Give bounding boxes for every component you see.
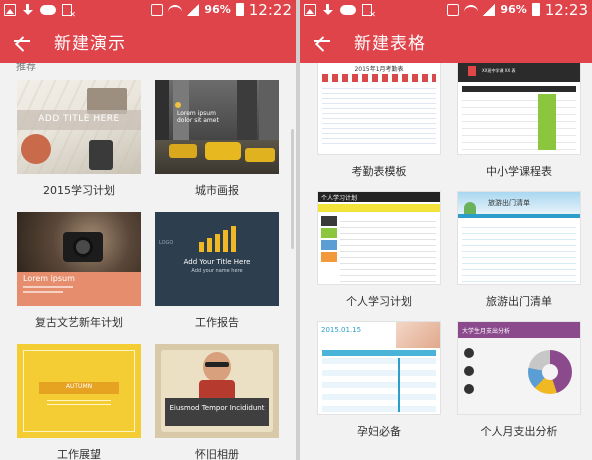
cloud-icon [40, 4, 56, 15]
template-thumbnail: Lorem ipsum [17, 212, 141, 306]
signal-icon [187, 3, 200, 16]
status-bar: 96% 12:22 [0, 0, 296, 19]
template-tile[interactable]: 2015年1月考勤表 考勤表模板 [317, 63, 441, 179]
wifi-icon [464, 4, 479, 15]
signal-icon [483, 3, 496, 16]
template-tile[interactable]: 个人学习计划 个人学习计划 [317, 191, 441, 309]
thumbnail-logo: LOGO [159, 240, 174, 246]
document-icon [62, 3, 76, 19]
template-thumbnail: AUTUMN [17, 344, 141, 438]
download-icon [322, 3, 334, 16]
template-tile[interactable]: AUTUMN 工作展望 [17, 344, 141, 460]
section-label: 推荐 [16, 63, 36, 73]
thumbnail-text: XX班中学课 XX 表 [482, 68, 516, 73]
thumbnail-subtext: Add your name here [191, 268, 243, 274]
template-caption: 中小学课程表 [486, 165, 552, 178]
template-thumbnail: Lorem ipsum dolor sit amet [155, 80, 279, 174]
page-title: 新建演示 [54, 33, 126, 54]
battery-percent: 96% [500, 3, 527, 16]
back-arrow-icon[interactable] [300, 19, 346, 63]
template-thumbnail: 大学生月支出分析 [457, 321, 581, 415]
template-thumbnail: ADD TITLE HERE [17, 80, 141, 174]
template-caption: 工作展望 [57, 448, 101, 460]
template-grid: 推荐 ADD TITLE HERE 2015学习计划 Lorem ipsum d… [0, 63, 296, 460]
image-notification-icon [304, 3, 316, 16]
template-tile[interactable]: 旅游出门清单 旅游出门清单 [457, 191, 581, 309]
template-tile[interactable]: XX班中学课 XX 表 中小学课程表 [457, 63, 581, 179]
wifi-icon [168, 4, 183, 15]
thumbnail-text: ADD TITLE HERE [38, 114, 120, 124]
thumbnail-text: 旅游出门清单 [488, 199, 530, 207]
app-bar: 新建表格 [300, 19, 592, 63]
battery-percent: 96% [204, 3, 231, 16]
template-caption: 怀旧相册 [195, 448, 239, 460]
template-caption: 考勤表模板 [351, 165, 407, 178]
thumbnail-text: 个人学习计划 [321, 195, 358, 202]
clock: 12:23 [544, 0, 588, 19]
status-bar: 96% 12:23 [300, 0, 592, 19]
template-caption: 复古文艺新年计划 [35, 316, 123, 329]
battery-icon [235, 3, 244, 16]
presentation-screen: 96% 12:22 新建演示 推荐 ADD TITLE HERE 2015学习计… [0, 0, 296, 460]
template-thumbnail: LOGO Add Your Title Here Add your name h… [155, 212, 279, 306]
template-caption: 城市画报 [195, 184, 239, 197]
thumbnail-text: Lorem ipsum [23, 274, 75, 283]
template-thumbnail: Eiusmod Tempor Incididunt [155, 344, 279, 438]
thumbnail-text: 2015年1月考勤表 [354, 66, 404, 73]
template-caption: 旅游出门清单 [486, 295, 552, 308]
back-arrow-icon[interactable] [0, 19, 46, 63]
template-caption: 工作报告 [195, 316, 239, 329]
template-tile[interactable]: LOGO Add Your Title Here Add your name h… [155, 212, 279, 330]
page-title: 新建表格 [354, 33, 426, 54]
template-caption: 个人月支出分析 [480, 425, 558, 438]
battery-icon [531, 3, 540, 16]
template-caption: 2015学习计划 [43, 184, 115, 197]
download-icon [22, 3, 34, 16]
template-tile[interactable]: 2015.01.15 孕妇必备 [317, 321, 441, 439]
template-caption: 孕妇必备 [357, 425, 401, 438]
template-tile[interactable]: Lorem ipsum dolor sit amet 城市画报 [155, 80, 279, 198]
mute-icon [151, 3, 164, 16]
thumbnail-text: Lorem ipsum dolor sit amet [177, 110, 219, 124]
clock: 12:22 [248, 0, 292, 19]
template-tile[interactable]: Eiusmod Tempor Incididunt 怀旧相册 [155, 344, 279, 460]
image-notification-icon [4, 3, 16, 16]
template-thumbnail: 个人学习计划 [317, 191, 441, 285]
template-caption: 个人学习计划 [346, 295, 412, 308]
template-thumbnail: 2015年1月考勤表 [317, 63, 441, 155]
app-bar: 新建演示 [0, 19, 296, 63]
template-tile[interactable]: ADD TITLE HERE 2015学习计划 [17, 80, 141, 198]
cloud-icon [340, 4, 356, 15]
thumbnail-text: 大学生月支出分析 [462, 328, 511, 335]
template-thumbnail: XX班中学课 XX 表 [457, 63, 581, 155]
spreadsheet-screen: 96% 12:23 新建表格 2015年1月考勤表 考勤表模板 XX班中学课 X… [300, 0, 592, 460]
template-thumbnail: 旅游出门清单 [457, 191, 581, 285]
thumbnail-text: Eiusmod Tempor Incididunt [169, 404, 265, 412]
template-thumbnail: 2015.01.15 [317, 321, 441, 415]
template-tile[interactable]: Lorem ipsum 复古文艺新年计划 [17, 212, 141, 330]
template-grid: 2015年1月考勤表 考勤表模板 XX班中学课 XX 表 中小学课程表 个人学习 [300, 63, 592, 460]
thumbnail-text: AUTUMN [65, 383, 93, 390]
thumbnail-text: 2015.01.15 [321, 326, 362, 334]
scrollbar[interactable] [291, 129, 294, 249]
document-icon [362, 3, 376, 19]
template-tile[interactable]: 大学生月支出分析 个人月支出分析 [457, 321, 581, 439]
mute-icon [447, 3, 460, 16]
thumbnail-text: Add Your Title Here [183, 258, 251, 266]
